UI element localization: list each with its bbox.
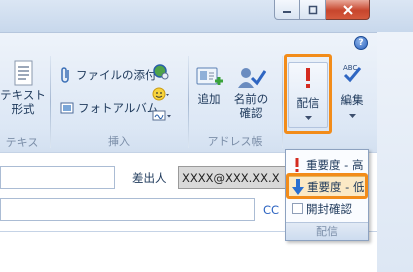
add-contact-label: 追加 [197, 92, 221, 106]
delivery-highlight-box [284, 54, 332, 134]
window-controls [274, 0, 370, 21]
check-names-icon [238, 68, 266, 88]
add-contact-icon [196, 67, 223, 85]
read-receipt-label: 開封確認 [306, 201, 352, 216]
text-format-label-2: 形式 [11, 102, 35, 116]
from-field[interactable]: XXXX@XXX.XX.X [178, 166, 286, 189]
mail-compose-window: テキスト 形式 テキスト... ファイルの添付 フォトアルバム 挿入 追加 名前… [0, 0, 413, 272]
importance-high-item[interactable]: 重要度 - 高 [288, 154, 366, 175]
dropdown-footer: 配信 [286, 222, 368, 240]
signature-icon [152, 110, 171, 121]
svg-text:ABC: ABC [343, 64, 357, 72]
photo-album-label: フォトアルバム [78, 101, 159, 115]
group-separator [188, 56, 189, 148]
edit-button[interactable]: ABC 編集 [335, 60, 369, 118]
to-field[interactable] [0, 166, 115, 189]
importance-high-label: 重要度 - 高 [306, 157, 364, 172]
from-label: 差出人 [132, 171, 167, 185]
text-format-label-1: テキスト [0, 88, 46, 102]
check-names-button[interactable]: 名前の 確認 [230, 64, 272, 120]
address-group-label: アドレス帳 [207, 135, 263, 148]
spell-check-icon: ABC [343, 64, 362, 83]
text-format-icon [14, 60, 33, 86]
add-contact-button[interactable]: 追加 [193, 64, 225, 106]
importance-low-highlight-box [286, 173, 368, 199]
maximize-icon [308, 5, 317, 14]
photo-album-button[interactable]: フォトアルバム [60, 98, 158, 118]
check-names-label-1: 名前の [233, 92, 269, 106]
chevron-down-icon [348, 114, 356, 118]
close-button[interactable] [326, 0, 370, 20]
group-separator [50, 56, 51, 148]
group-separator [282, 56, 283, 148]
signature-button[interactable] [152, 106, 172, 126]
paperclip-icon [61, 67, 69, 83]
title-bar [0, 0, 413, 32]
exclamation-icon [295, 157, 299, 172]
minimize-icon [283, 10, 291, 13]
attach-file-label: ファイルの添付 [76, 68, 157, 82]
photo-album-icon [60, 102, 74, 114]
text-group-label: テキスト... [5, 136, 39, 165]
cc-field[interactable] [0, 198, 255, 221]
edit-label: 編集 [340, 93, 364, 107]
help-icon[interactable]: ? [354, 36, 368, 50]
ribbon-right-edge [377, 32, 413, 272]
cc-label[interactable]: CC [263, 203, 279, 217]
attach-file-button[interactable]: ファイルの添付 [60, 65, 157, 85]
emoticon-button[interactable] [152, 84, 170, 104]
contact-button[interactable] [152, 62, 170, 82]
minimize-button[interactable] [274, 0, 300, 20]
check-names-label-2: 確認 [239, 106, 263, 120]
contact-globe-icon [153, 64, 169, 80]
text-format-button[interactable]: テキスト 形式 [0, 60, 46, 116]
emoticon-icon [152, 87, 169, 101]
close-icon [342, 4, 353, 15]
insert-group-label: 挿入 [108, 135, 130, 148]
read-receipt-item[interactable]: 開封確認 [288, 198, 366, 219]
maximize-button[interactable] [300, 0, 326, 20]
checkbox-icon[interactable] [291, 203, 303, 214]
